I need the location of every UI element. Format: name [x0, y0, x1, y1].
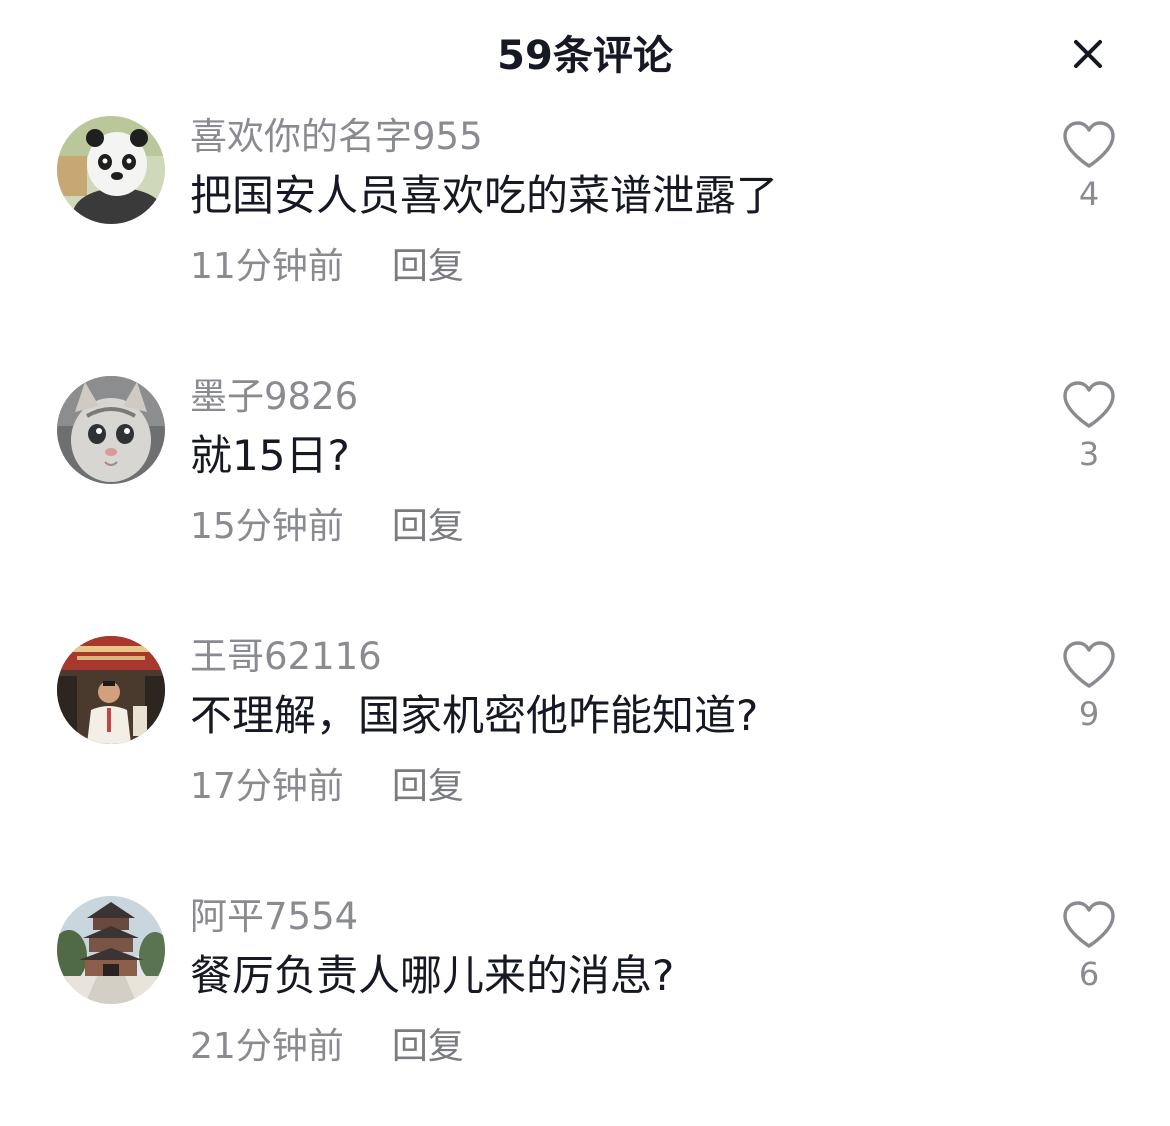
like-count: 4: [1078, 175, 1100, 213]
heart-icon: [1063, 381, 1115, 428]
heart-icon: [1063, 641, 1115, 688]
like-button[interactable]: 6: [1054, 900, 1124, 994]
comment-item: 阿平7554 餐厉负责人哪儿来的消息? 21分钟前 回复 6: [0, 894, 1170, 1126]
like-button[interactable]: 3: [1054, 380, 1124, 474]
comment-username[interactable]: 王哥62116: [190, 634, 382, 680]
close-icon: [1074, 40, 1102, 68]
comment-time: 21分钟前: [190, 1026, 344, 1067]
comment-text: 餐厉负责人哪儿来的消息?: [190, 951, 675, 1000]
man-photo-avatar: [57, 636, 165, 744]
comment-meta: 17分钟前 回复: [190, 764, 464, 810]
like-button[interactable]: 4: [1054, 120, 1124, 214]
like-count: 6: [1078, 955, 1100, 993]
panda-cartoon-avatar: [57, 116, 165, 224]
comment-meta: 15分钟前 回复: [190, 504, 464, 550]
like-count: 9: [1078, 695, 1100, 733]
comment-time: 15分钟前: [190, 506, 344, 547]
like-button[interactable]: 9: [1054, 640, 1124, 734]
comment-text: 不理解，国家机密他咋能知道?: [190, 691, 759, 740]
comment-text: 把国安人员喜欢吃的菜谱泄露了: [190, 171, 779, 220]
reply-button[interactable]: 回复: [392, 504, 464, 550]
user-avatar[interactable]: [57, 116, 165, 224]
heart-icon: [1063, 901, 1115, 948]
comment-item: 王哥62116 不理解，国家机密他咋能知道? 17分钟前 回复 9: [0, 634, 1170, 866]
comments-header: 59条评论: [0, 0, 1170, 112]
comments-sheet: 59条评论 喜欢你的名字955 把国安人员喜欢吃的菜谱泄露了 11分钟前 回复 …: [0, 0, 1170, 1115]
comment-username[interactable]: 墨子9826: [190, 374, 358, 420]
reply-button[interactable]: 回复: [392, 244, 464, 290]
comment-meta: 21分钟前 回复: [190, 1024, 464, 1070]
comment-count-title: 59条评论: [497, 33, 673, 79]
comment-username[interactable]: 喜欢你的名字955: [190, 114, 483, 160]
comment-username[interactable]: 阿平7554: [190, 894, 358, 940]
like-count: 3: [1078, 435, 1100, 473]
comment-item: 墨子9826 就15日? 15分钟前 回复 3: [0, 374, 1170, 606]
user-avatar[interactable]: [57, 896, 165, 1004]
reply-button[interactable]: 回复: [392, 1024, 464, 1070]
comment-time: 17分钟前: [190, 766, 344, 807]
cat-photo-avatar: [57, 376, 165, 484]
user-avatar[interactable]: [57, 636, 165, 744]
comment-time: 11分钟前: [190, 246, 344, 287]
comment-text: 就15日?: [190, 431, 350, 480]
reply-button[interactable]: 回复: [392, 764, 464, 810]
comment-item: 喜欢你的名字955 把国安人员喜欢吃的菜谱泄露了 11分钟前 回复 4: [0, 114, 1170, 346]
pagoda-photo-avatar: [57, 896, 165, 1004]
close-button[interactable]: [1058, 24, 1118, 84]
user-avatar[interactable]: [57, 376, 165, 484]
comment-meta: 11分钟前 回复: [190, 244, 464, 290]
heart-icon: [1063, 121, 1115, 168]
